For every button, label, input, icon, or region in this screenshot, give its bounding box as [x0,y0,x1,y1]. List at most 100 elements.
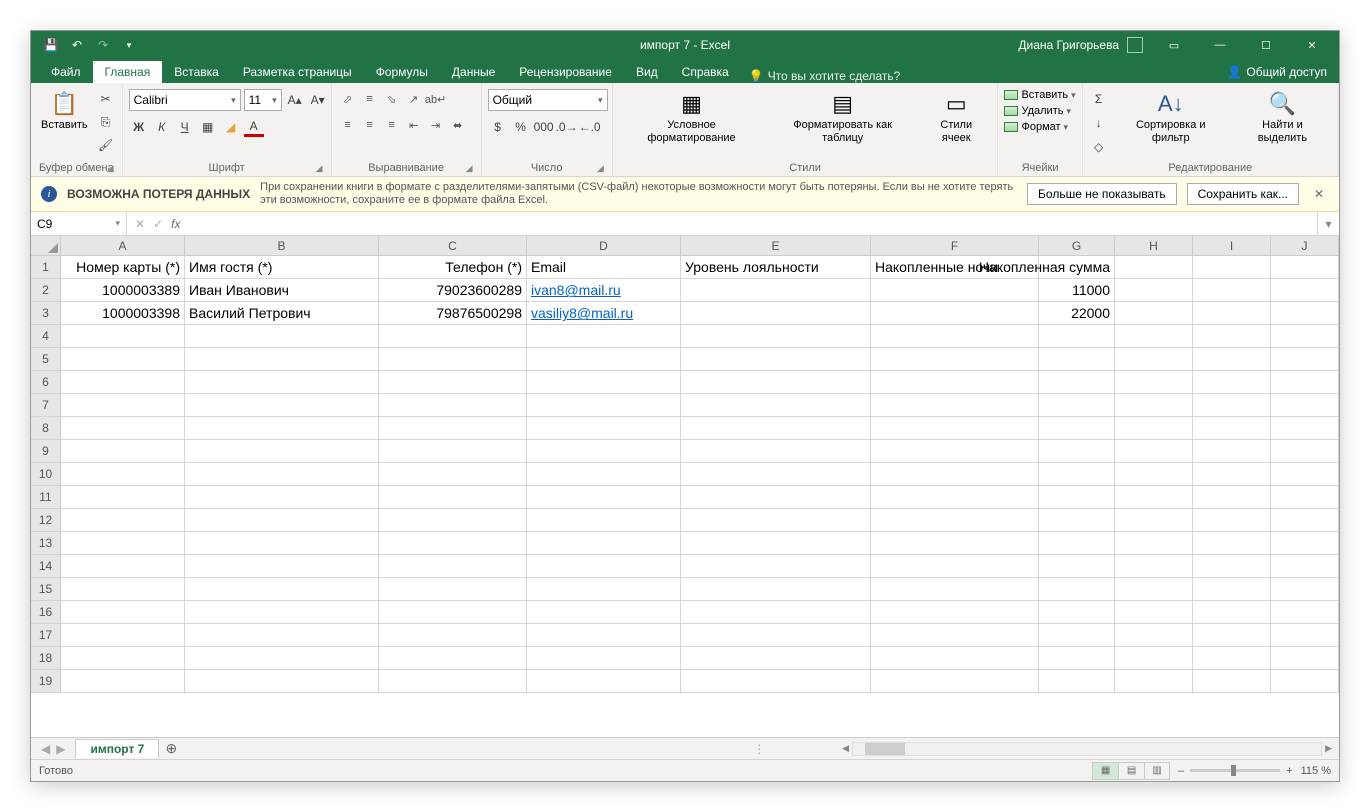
launcher-icon[interactable]: ◢ [107,163,114,174]
cell[interactable] [1193,647,1271,669]
cell[interactable]: 22000 [1039,302,1115,324]
cell[interactable] [527,486,681,508]
cell[interactable] [1115,624,1193,646]
cell[interactable] [1271,302,1339,324]
font-size-combo[interactable]: 11 [244,89,282,111]
column-header[interactable]: F [871,236,1039,255]
cell[interactable] [1271,486,1339,508]
cell[interactable] [379,555,527,577]
cell[interactable] [871,394,1039,416]
italic-button[interactable]: К [152,117,172,137]
cell[interactable] [681,417,871,439]
email-link[interactable]: vasiliy8@mail.ru [531,305,633,321]
cell[interactable] [871,647,1039,669]
cell[interactable] [185,463,379,485]
cell[interactable] [1193,348,1271,370]
page-layout-view-icon[interactable]: ▤ [1118,762,1144,780]
cell[interactable] [681,279,871,301]
cell[interactable] [527,624,681,646]
cell[interactable] [681,302,871,324]
user-avatar-icon[interactable] [1127,37,1143,53]
sheet-nav-next-icon[interactable]: ▶ [56,742,65,756]
cell[interactable] [379,624,527,646]
column-header[interactable]: G [1039,236,1115,255]
cell[interactable] [1271,647,1339,669]
cell[interactable] [1115,302,1193,324]
cell[interactable] [61,417,185,439]
cell[interactable] [1115,601,1193,623]
cell[interactable] [185,670,379,692]
cell[interactable] [185,325,379,347]
cell[interactable] [61,348,185,370]
cell[interactable] [379,348,527,370]
redo-icon[interactable]: ↷ [95,37,111,53]
cell[interactable] [1193,578,1271,600]
cell[interactable] [1039,555,1115,577]
row-header[interactable]: 12 [31,509,61,531]
cell[interactable]: Уровень лояльности [681,256,871,278]
cell[interactable] [681,647,871,669]
clear-icon[interactable]: ◇ [1089,137,1109,157]
row-header[interactable]: 9 [31,440,61,462]
cell[interactable]: vasiliy8@mail.ru [527,302,681,324]
row-header[interactable]: 16 [31,601,61,623]
tell-me[interactable]: 💡 Что вы хотите сделать? [749,69,901,83]
cell[interactable] [61,670,185,692]
cell[interactable] [1115,670,1193,692]
cell-styles-button[interactable]: ▭Стили ячеек [921,89,991,146]
cell[interactable] [1115,532,1193,554]
cell[interactable] [681,440,871,462]
tab-split-icon[interactable]: ⋮ [747,742,771,756]
sheet-tab[interactable]: импорт 7 [75,739,159,758]
cell[interactable] [1039,417,1115,439]
new-sheet-button[interactable]: ⊕ [159,740,183,757]
cell[interactable] [871,371,1039,393]
cell[interactable] [1039,371,1115,393]
tab-home[interactable]: Главная [93,61,163,83]
cell[interactable] [1271,555,1339,577]
cell[interactable] [379,440,527,462]
cell[interactable] [61,371,185,393]
cell[interactable]: Email [527,256,681,278]
decrease-decimal-icon[interactable]: ←.0 [580,117,600,137]
tab-file[interactable]: Файл [39,61,93,83]
underline-button[interactable]: Ч [175,117,195,137]
cell[interactable] [1039,601,1115,623]
cell[interactable] [871,532,1039,554]
column-header[interactable]: B [185,236,379,255]
formula-input[interactable] [188,212,1317,235]
cell[interactable] [681,624,871,646]
cell[interactable] [1115,647,1193,669]
conditional-formatting-button[interactable]: ▦Условное форматирование [619,89,765,146]
fx-icon[interactable]: fx [171,217,180,231]
cell[interactable] [1271,624,1339,646]
cell[interactable] [185,601,379,623]
cell[interactable] [379,647,527,669]
row-header[interactable]: 13 [31,532,61,554]
cell[interactable]: Накопленная сумма [1039,256,1115,278]
cell[interactable] [1115,509,1193,531]
increase-font-icon[interactable]: A▴ [285,90,305,110]
tab-formulas[interactable]: Формулы [364,61,440,83]
page-break-view-icon[interactable]: ▥ [1144,762,1170,780]
launcher-icon[interactable]: ◢ [597,163,604,174]
user-name[interactable]: Диана Григорьева [1018,38,1119,52]
cell[interactable]: Иван Иванович [185,279,379,301]
cell[interactable] [527,555,681,577]
tab-review[interactable]: Рецензирование [507,61,624,83]
cell[interactable] [681,509,871,531]
cell[interactable] [379,509,527,531]
column-header[interactable]: C [379,236,527,255]
cell[interactable] [871,440,1039,462]
cell[interactable] [379,578,527,600]
ribbon-options-icon[interactable]: ▭ [1151,31,1197,59]
horizontal-scrollbar[interactable]: ◀ ▶ [771,742,1339,756]
row-header[interactable]: 8 [31,417,61,439]
row-header[interactable]: 7 [31,394,61,416]
cell[interactable] [61,647,185,669]
row-header[interactable]: 10 [31,463,61,485]
cell[interactable] [1271,325,1339,347]
align-left-icon[interactable]: ≡ [338,115,358,135]
cell[interactable] [871,302,1039,324]
cell[interactable]: 1000003398 [61,302,185,324]
